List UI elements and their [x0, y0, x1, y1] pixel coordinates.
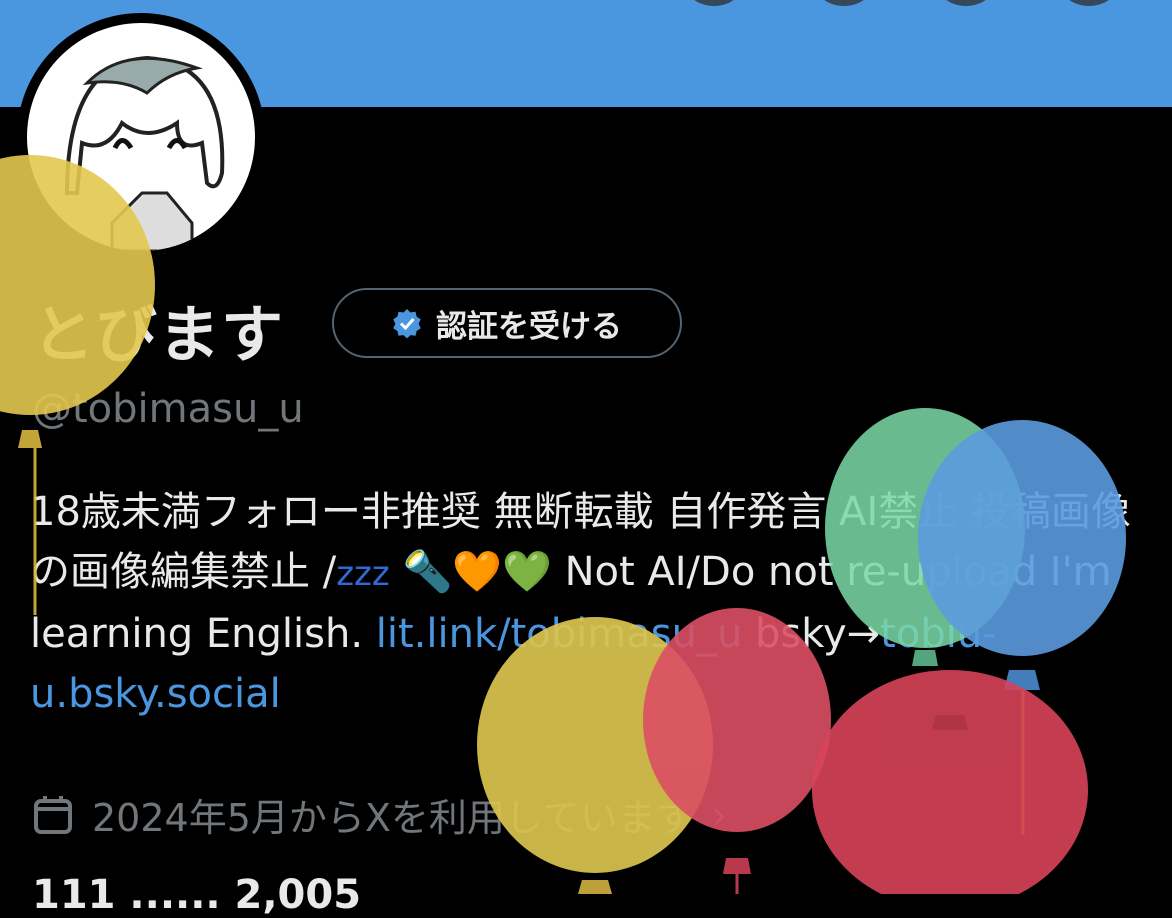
lit-link[interactable]: lit.link/tobimasu_u — [376, 611, 743, 657]
avatar[interactable] — [17, 13, 265, 261]
profile-bio: 18歳未満フォロー非推奨 無断転載 自作発言 AI禁止 投稿画像の画像編集禁止 … — [30, 482, 1150, 724]
bio-text: bsky→ — [742, 611, 881, 657]
chevron-right-icon: › — [711, 792, 727, 837]
verified-badge-icon — [393, 309, 421, 338]
banner-button[interactable] — [683, 0, 745, 6]
handle: @tobimasu_u — [32, 386, 304, 432]
avatar-image — [27, 23, 255, 251]
banner-button[interactable] — [813, 0, 875, 6]
get-verified-button[interactable]: 認証を受ける — [332, 288, 682, 358]
bio-emoji: 🔦🧡💚 — [402, 549, 552, 595]
follow-stats: 111 ...... 2,005 — [32, 872, 362, 918]
joined-date[interactable]: 2024年5月からXを利用しています › — [32, 787, 727, 842]
zzz-emoji: zzz — [336, 554, 390, 594]
get-verified-label: 認証を受ける — [436, 308, 622, 345]
banner-button[interactable] — [935, 0, 997, 6]
banner-button[interactable] — [1058, 0, 1120, 6]
display-name: とびます — [32, 298, 285, 371]
joined-label: 2024年5月からXを利用しています — [92, 796, 694, 840]
calendar-icon — [34, 795, 72, 834]
